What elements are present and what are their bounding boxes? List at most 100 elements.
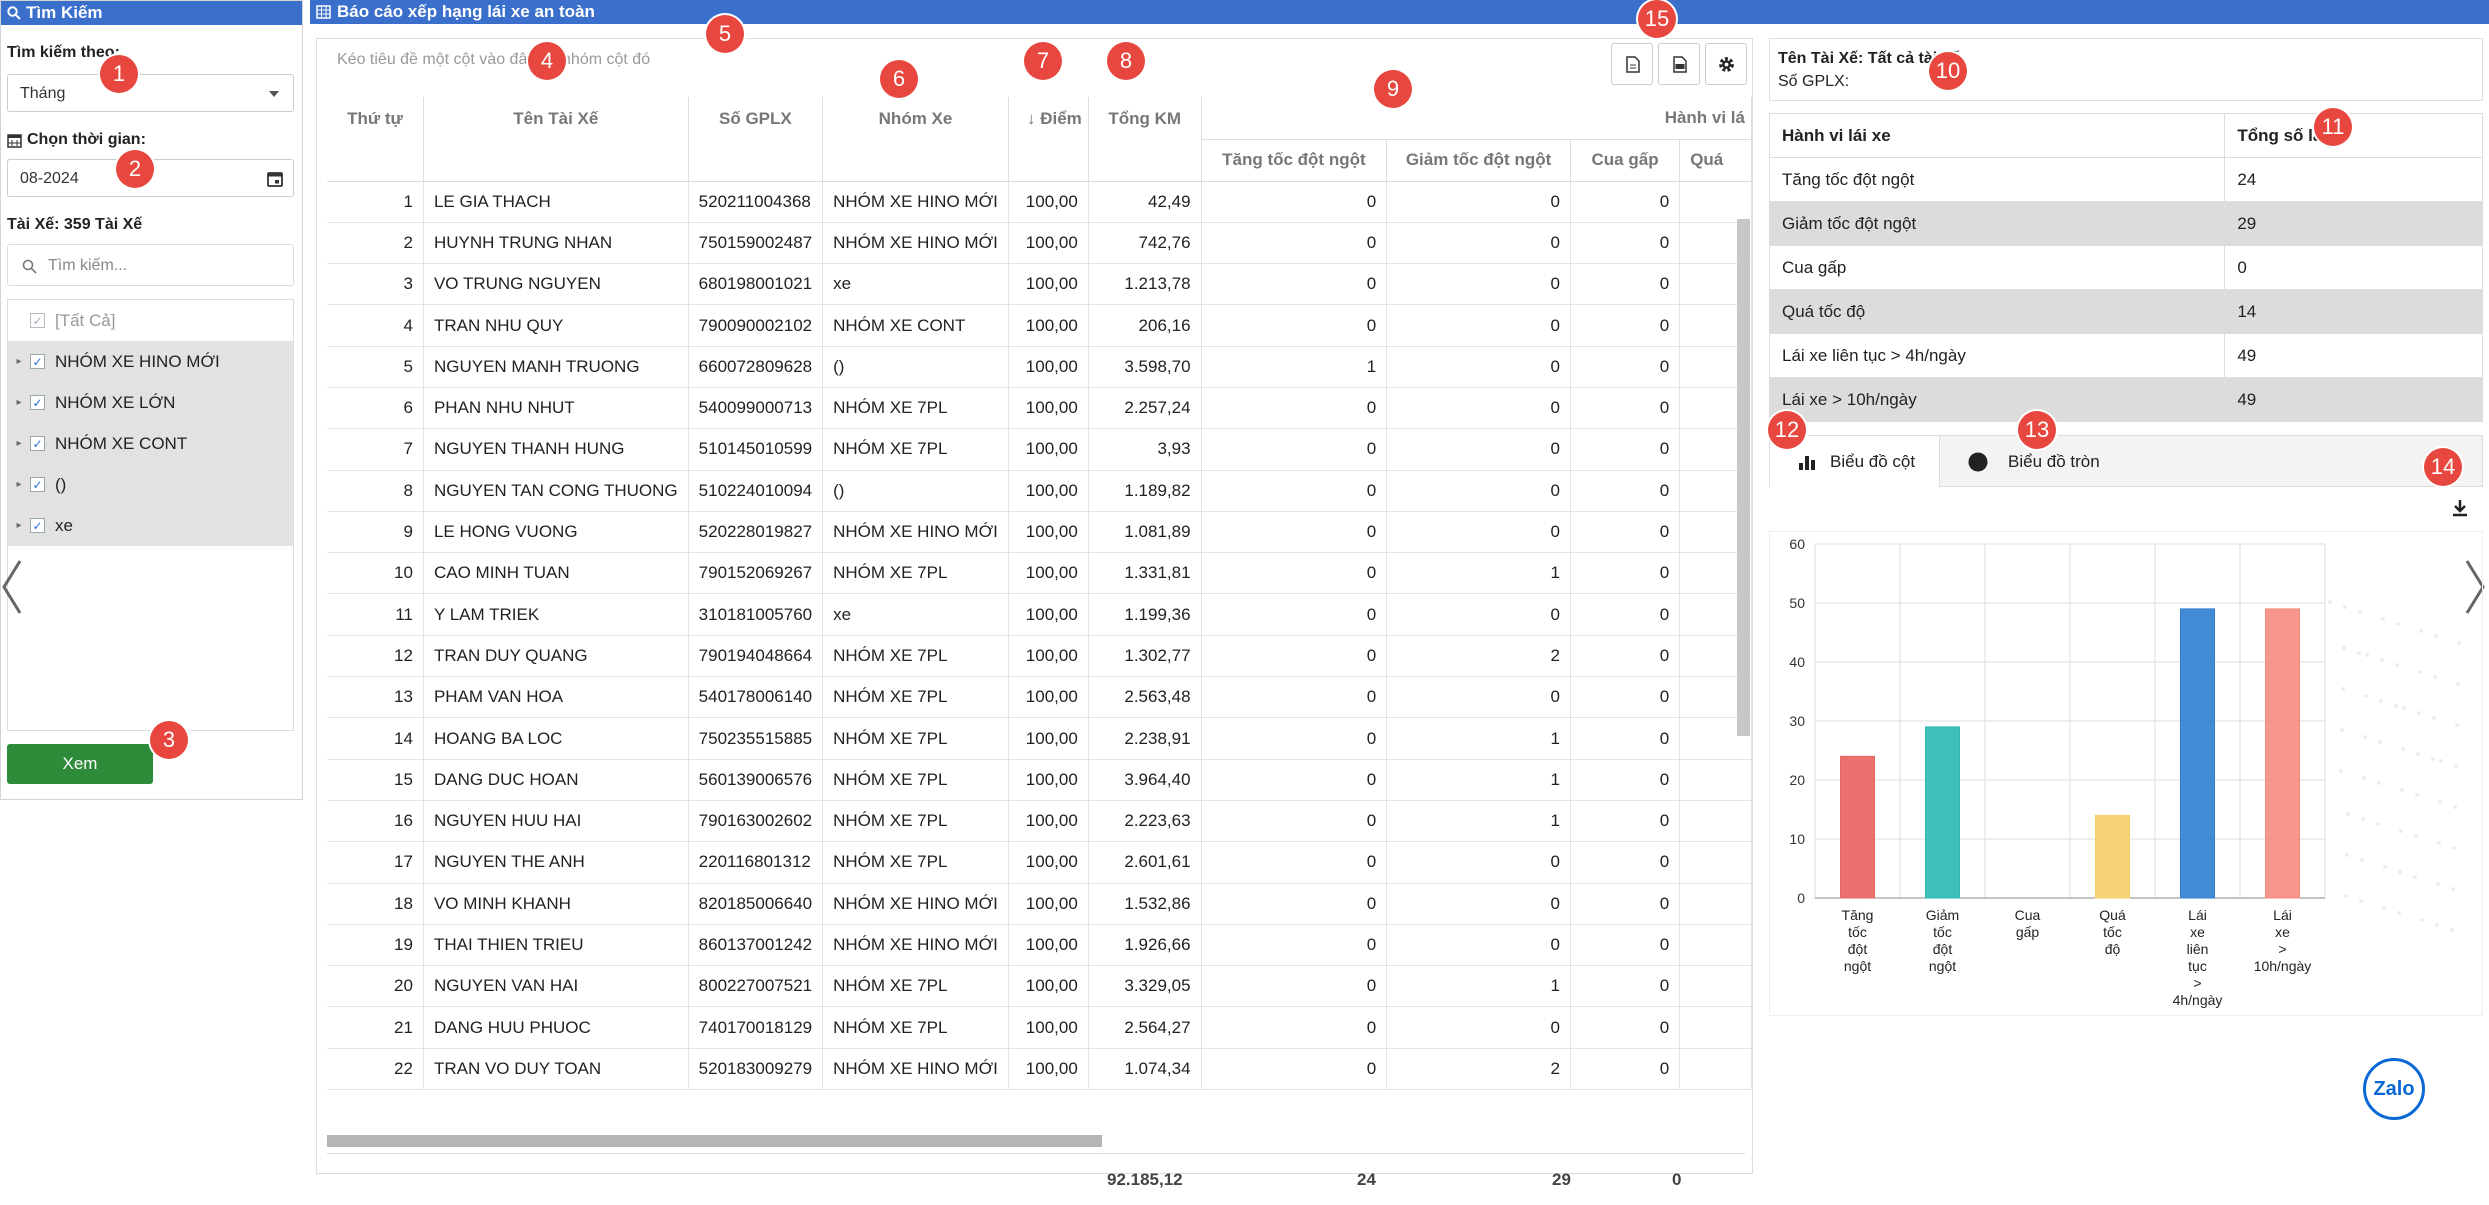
cell-km: 2.563,48 — [1088, 676, 1202, 719]
tree-item-group[interactable]: ▸ ✓ NHÓM XE HINO MỚI — [8, 341, 293, 382]
cell-km: 2.601,61 — [1088, 841, 1202, 884]
download-chart-icon[interactable] — [2451, 498, 2469, 518]
summary-cell-value: 49 — [2224, 377, 2483, 422]
export-excel-button[interactable] — [1611, 43, 1653, 85]
cell-score: 100,00 — [1008, 841, 1089, 884]
cell-km: 2.238,91 — [1088, 717, 1202, 760]
expand-arrow-icon[interactable]: ▸ — [8, 356, 30, 367]
col-header-km[interactable]: Tổng KM — [1088, 97, 1202, 182]
map-background-dot — [2376, 822, 2380, 826]
col-header-name[interactable]: Tên Tài Xế — [423, 97, 689, 182]
map-background-dot — [2433, 675, 2437, 679]
cell-score: 100,00 — [1008, 222, 1089, 265]
summary-cell-label: Lái xe > 10h/ngày — [1768, 377, 2226, 422]
date-picker-icon[interactable] — [267, 171, 283, 187]
table-row[interactable]: 6 PHAN NHU NHUT 540099000713 NHÓM XE 7PL 100… — [327, 387, 1752, 430]
table-row[interactable]: 21 DANG HUU PHUOC 740170018129 NHÓM XE 7PL 1… — [327, 1006, 1752, 1049]
table-row[interactable]: 8 NGUYEN TAN CONG THUONG 510224010094() 100… — [327, 470, 1752, 512]
bar — [1925, 726, 1960, 899]
table-row[interactable]: 16 NGUYEN HUU HAI 790163002602 NHÓM XE 7PL 1… — [327, 800, 1752, 843]
view-button[interactable]: Xem — [7, 744, 153, 784]
summary-cell-label: Tăng tốc đột ngột — [1768, 157, 2226, 202]
cell-gplx: 860137001242 — [688, 924, 824, 967]
checkbox-icon[interactable]: ✓ — [30, 477, 45, 492]
col-header-stt[interactable]: Thứ tự — [327, 97, 424, 182]
cell-group: xe — [822, 263, 1009, 306]
col-header-gplx[interactable]: Số GPLX — [688, 97, 824, 182]
search-by-label: Tìm kiếm theo: — [7, 44, 120, 61]
table-row[interactable]: 22 TRAN VO DUY TOAN 520183009279 NHÓM XE HI… — [327, 1048, 1752, 1091]
tab-pie-chart[interactable]: Biểu đồ tròn — [1940, 436, 2240, 487]
export-pdf-button[interactable] — [1658, 43, 1700, 85]
tree-item-group[interactable]: ▸ ✓ () — [8, 464, 293, 505]
tree-item-group[interactable]: ▸ ✓ NHÓM XE LỚN — [8, 382, 293, 423]
table-row[interactable]: 10 CAO MINH TUAN 790152069267 NHÓM XE 7PL 10… — [327, 552, 1752, 595]
table-row[interactable]: 5 NGUYEN MANH TRUONG 660072809628() 100,00 3… — [327, 346, 1752, 388]
cell-km: 2.564,27 — [1088, 1006, 1202, 1049]
checkbox-icon[interactable]: ✓ — [30, 395, 45, 410]
table-row[interactable]: 14 HOANG BA LOC 750235515885 NHÓM XE 7PL 100… — [327, 717, 1752, 760]
checkbox-icon[interactable]: ✓ — [30, 354, 45, 369]
tab-pie-chart-label: Biểu đồ tròn — [2008, 452, 2100, 471]
chart-tabs: Biểu đồ cột Biểu đồ tròn — [1769, 435, 2483, 487]
expand-arrow-icon[interactable]: ▸ — [8, 479, 30, 490]
vertical-scrollbar[interactable] — [1737, 219, 1750, 736]
tree-item-group[interactable]: ▸ ✓ xe — [8, 505, 293, 546]
col-header-group[interactable]: Nhóm Xe — [822, 97, 1009, 182]
table-row[interactable]: 19 THAI THIEN TRIEU 860137001242 NHÓM XE HI… — [327, 924, 1752, 967]
time-label: Chọn thời gian: — [27, 131, 146, 148]
table-row[interactable]: 18 VO MINH KHANH 820185006640 NHÓM XE HINO … — [327, 883, 1752, 925]
horizontal-scrollbar[interactable] — [327, 1135, 1102, 1147]
search-by-select[interactable]: Tháng — [7, 74, 294, 112]
table-row[interactable]: 11 Y LAM TRIEK 310181005760 xe 100,00 1.199,3… — [327, 593, 1752, 636]
prev-slide-icon[interactable] — [0, 557, 24, 617]
table-row[interactable]: 2 HUYNH TRUNG NHAN 750159002487 NHÓM XE HIN… — [327, 222, 1752, 265]
table-row[interactable]: 15 DANG DUC HOAN 560139006576 NHÓM XE 7PL 10… — [327, 759, 1752, 801]
tree-item-group[interactable]: ▸ ✓ NHÓM XE CONT — [8, 423, 293, 464]
col-header-brake[interactable]: Giảm tốc đột ngột — [1386, 139, 1571, 182]
table-row[interactable]: 7 NGUYEN THANH HUNG 510145010599 NHÓM XE 7P… — [327, 428, 1752, 471]
col-header-speed[interactable]: Quá — [1679, 139, 1752, 182]
checkbox-icon[interactable]: ✓ — [30, 518, 45, 533]
table-row[interactable]: 1 LE GIA THACH 520211004368 NHÓM XE HINO MỚ… — [327, 181, 1752, 223]
cell-turn: 0 — [1570, 883, 1681, 925]
x-tick-label: đột — [1848, 941, 1868, 957]
cell-group: NHÓM XE HINO MỚI — [822, 1048, 1009, 1091]
table-row[interactable]: 17 NGUYEN THE ANH 220116801312 NHÓM XE 7PL 1… — [327, 841, 1752, 884]
map-background-dot — [2398, 870, 2402, 874]
table-row[interactable]: 4 TRAN NHU QUY 790090002102 NHÓM XE CONT 100… — [327, 304, 1752, 347]
annotation-badge: 7 — [1024, 42, 1062, 80]
col-header-score[interactable]: ↓ Điểm — [1008, 97, 1089, 182]
zalo-button[interactable]: Zalo — [2363, 1058, 2425, 1120]
tree-item-label: [Tất Cả] — [55, 310, 116, 330]
table-row[interactable]: 13 PHAM VAN HOA 540178006140 NHÓM XE 7PL 100… — [327, 676, 1752, 719]
cell-brake: 0 — [1386, 470, 1571, 512]
annotation-badge: 15 — [1638, 0, 1676, 38]
cell-speed — [1679, 924, 1752, 967]
cell-gplx: 790152069267 — [688, 552, 824, 595]
settings-button[interactable] — [1705, 43, 1747, 85]
cell-brake: 0 — [1386, 841, 1571, 884]
cell-score: 100,00 — [1008, 676, 1089, 719]
expand-arrow-icon[interactable]: ▸ — [8, 438, 30, 449]
cell-accel: 0 — [1201, 428, 1388, 471]
table-row[interactable]: 12 TRAN DUY QUANG 790194048664 NHÓM XE 7PL 1… — [327, 635, 1752, 678]
expand-arrow-icon[interactable]: ▸ — [8, 520, 30, 531]
checkbox-icon[interactable]: ✓ — [30, 436, 45, 451]
cell-speed — [1679, 841, 1752, 884]
col-header-accel[interactable]: Tăng tốc đột ngột — [1201, 139, 1388, 182]
cell-turn: 0 — [1570, 181, 1681, 223]
tree-item-all[interactable]: ✓ [Tất Cả] — [8, 300, 293, 341]
table-row[interactable]: 9 LE HONG VUONG 520228019827 NHÓM XE HINO M… — [327, 511, 1752, 554]
driver-search-input[interactable]: Tìm kiếm... — [7, 244, 294, 286]
bar — [2180, 608, 2215, 899]
expand-arrow-icon[interactable]: ▸ — [8, 397, 30, 408]
table-row[interactable]: 20 NGUYEN VAN HAI 800227007521 NHÓM XE 7PL 1… — [327, 965, 1752, 1008]
table-row[interactable]: 3 VO TRUNG NGUYEN 680198001021 xe 100,00 1.21… — [327, 263, 1752, 306]
cell-brake: 0 — [1386, 181, 1571, 223]
col-header-turn[interactable]: Cua gấp — [1570, 139, 1681, 182]
map-background-dot — [2362, 776, 2366, 780]
cell-gplx: 520228019827 — [688, 511, 824, 554]
map-background-dot — [2341, 687, 2345, 691]
checkbox-icon[interactable]: ✓ — [30, 313, 45, 328]
